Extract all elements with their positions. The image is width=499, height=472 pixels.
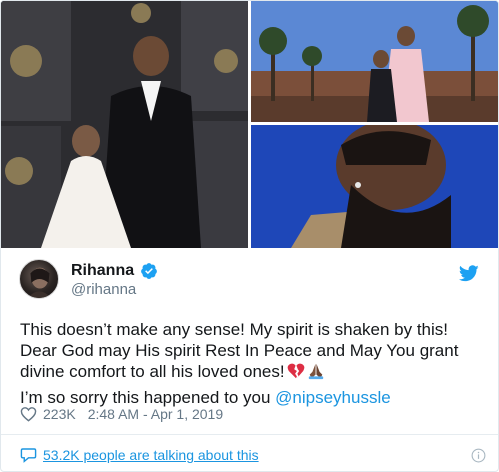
tweet-card[interactable]: Rihanna @rihanna This doesn’t make any s… — [0, 0, 499, 472]
folded-hands-emoji — [307, 362, 325, 380]
mention-link[interactable]: @nipseyhussle — [275, 388, 391, 407]
tweet-body-text: This doesn’t make any sense! My spirit i… — [20, 320, 459, 381]
divider — [1, 434, 498, 435]
heart-outline-icon[interactable] — [20, 406, 37, 422]
tweet-footer[interactable]: 53.2K people are talking about this — [20, 445, 259, 465]
tweet-header: Rihanna @rihanna — [19, 259, 489, 301]
tweet-timestamp[interactable]: 2:48 AM - Apr 1, 2019 — [88, 406, 223, 422]
author-handle[interactable]: @rihanna — [71, 281, 136, 298]
broken-heart-emoji — [287, 362, 305, 380]
verified-badge-icon — [141, 263, 157, 279]
photo-portrait-blue[interactable] — [251, 125, 498, 248]
info-icon[interactable] — [471, 448, 486, 463]
author-display-name[interactable]: Rihanna — [71, 262, 134, 280]
tweet-text-line-1: This doesn’t make any sense! My spirit i… — [20, 319, 485, 382]
twitter-bird-icon[interactable] — [459, 265, 479, 282]
photo-couple-outdoors[interactable] — [251, 1, 498, 122]
speech-bubble-icon — [20, 448, 37, 463]
tweet-meta: 223K 2:48 AM - Apr 1, 2019 — [20, 404, 223, 424]
photo-grammy-red-carpet[interactable] — [1, 1, 248, 248]
avatar[interactable] — [19, 259, 59, 299]
like-count[interactable]: 223K — [43, 406, 76, 422]
people-talking-link[interactable]: 53.2K people are talking about this — [43, 447, 259, 463]
tweet-text: This doesn’t make any sense! My spirit i… — [20, 319, 485, 408]
tweet-media-grid[interactable] — [1, 1, 498, 248]
